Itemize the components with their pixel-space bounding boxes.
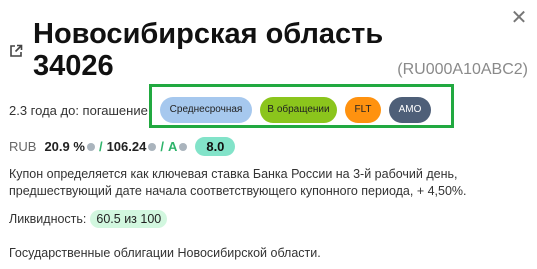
- tag-list: Среднесрочная В обращении FLT AMO: [160, 97, 431, 123]
- separator: /: [160, 139, 164, 154]
- close-icon: ✕: [510, 7, 528, 29]
- isin-code: (RU000A10ABC2): [397, 61, 528, 78]
- price-info-icon[interactable]: [148, 142, 157, 151]
- liquidity-label: Ликвидность:: [9, 212, 87, 226]
- yield-value: 20.9 %: [44, 139, 85, 154]
- issuer-description: Государственные облигации Новосибирской …: [9, 246, 321, 260]
- rating-info-icon[interactable]: [179, 142, 188, 151]
- external-link-icon[interactable]: [9, 44, 23, 58]
- coupon-description: Купон определяется как ключевая ставка Б…: [9, 167, 467, 198]
- tag-status[interactable]: В обращении: [260, 97, 337, 123]
- bond-title: Новосибирская область 34026: [33, 18, 384, 82]
- tag-flt[interactable]: FLT: [345, 97, 381, 123]
- credit-rating: A: [167, 139, 178, 154]
- price-value: 106.24: [106, 139, 147, 154]
- currency: RUB: [9, 139, 37, 154]
- tag-amo[interactable]: AMO: [389, 97, 431, 123]
- liquidity-badge: 60.5 из 100: [90, 210, 168, 228]
- tag-term[interactable]: Среднесрочная: [160, 97, 252, 123]
- close-button[interactable]: ✕: [509, 8, 529, 28]
- score-badge: 8.0: [195, 137, 236, 156]
- maturity-text: 2.3 года до: погашение: [9, 103, 148, 118]
- bond-stats: RUB 20.9 % / 106.24 / A 8.0: [9, 137, 236, 156]
- liquidity-row: Ликвидность: 60.5 из 100: [9, 210, 168, 228]
- separator: /: [98, 139, 103, 154]
- yield-info-icon[interactable]: [86, 142, 95, 151]
